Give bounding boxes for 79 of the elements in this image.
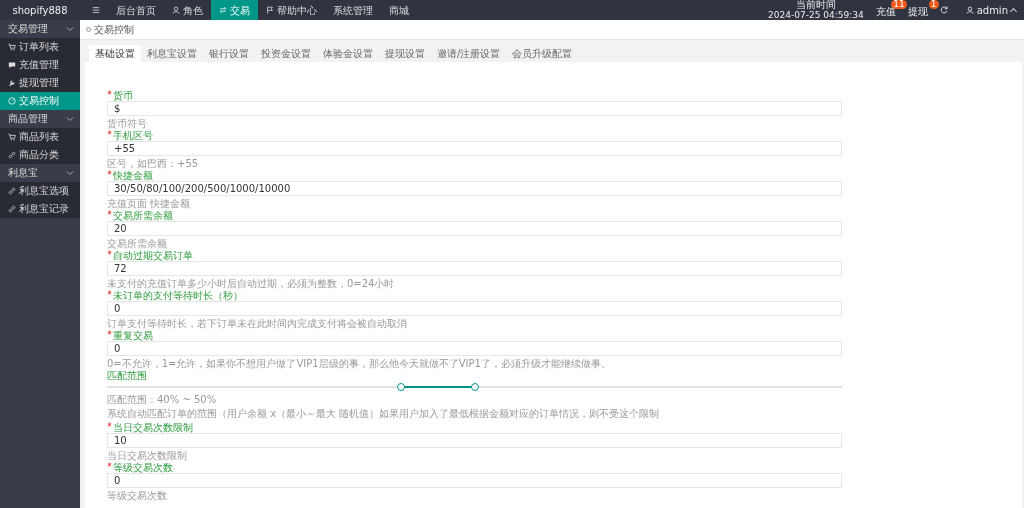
nav-tab[interactable]: 系统管理 bbox=[325, 0, 381, 20]
field-label: 当日交易次数限制 bbox=[113, 422, 193, 433]
menu-icon bbox=[92, 6, 100, 14]
slider-handle[interactable] bbox=[397, 383, 405, 391]
input-field[interactable]: 0 bbox=[107, 301, 842, 316]
chevron-icon bbox=[66, 170, 74, 176]
input-field[interactable]: +55 bbox=[107, 141, 842, 156]
clock-time: 2024-07-25 04:59:34 bbox=[768, 10, 864, 20]
input-field[interactable]: 72 bbox=[107, 261, 842, 276]
clock-label: 当前时间 bbox=[795, 0, 836, 10]
field-label: 货币 bbox=[113, 90, 133, 101]
tab[interactable]: 投资金设置 bbox=[255, 45, 317, 62]
link-icon bbox=[8, 151, 16, 159]
nav-tab[interactable]: 交易 bbox=[211, 0, 258, 20]
sidebar-item[interactable]: 利息宝记录 bbox=[0, 200, 80, 218]
nav-tab[interactable]: 角色 bbox=[164, 0, 211, 20]
nav-tab[interactable]: 后台首页 bbox=[108, 0, 164, 20]
help-text: 当日交易次数限制 bbox=[107, 450, 188, 461]
cart-icon bbox=[8, 43, 16, 51]
slider-reading: 匹配范围：40% ~ 50% bbox=[107, 394, 218, 405]
tab[interactable]: 基础设置 bbox=[89, 45, 141, 62]
help-text: 系统自动匹配订单的范围（用户余额 x（最小～最大 随机值）如果用户加入了最低根据金额对应的订单情况，则不受这个限制 bbox=[107, 408, 661, 419]
speech-bubble-icon bbox=[8, 61, 16, 69]
field-label: 匹配范围 bbox=[107, 370, 147, 381]
tab[interactable]: 邀请/注册设置 bbox=[431, 45, 507, 62]
help-text: 等级交易次数 bbox=[107, 490, 168, 501]
breadcrumb[interactable]: 交易控制 bbox=[94, 22, 134, 37]
nav-link[interactable]: 充值 bbox=[875, 6, 896, 17]
input-field[interactable]: 30/50/80/100/200/500/1000/10000 bbox=[107, 181, 842, 196]
sidebar-item[interactable]: 交易控制 bbox=[0, 92, 80, 110]
person-icon bbox=[172, 6, 180, 14]
field-label: 重复交易 bbox=[113, 330, 153, 341]
tab[interactable]: 会员升级配置 bbox=[506, 45, 579, 62]
sidebar-item[interactable]: 商品列表 bbox=[0, 128, 80, 146]
link-icon bbox=[8, 205, 16, 213]
input-field[interactable]: 20 bbox=[107, 221, 842, 236]
field-label: 交易所需余额 bbox=[113, 210, 173, 221]
input-field[interactable]: $ bbox=[107, 101, 842, 116]
sidebar-item[interactable]: 订单列表 bbox=[0, 38, 80, 56]
slider-handle[interactable] bbox=[470, 383, 479, 391]
flag-icon bbox=[266, 6, 274, 14]
chevron-icon bbox=[66, 26, 74, 32]
help-text: 0=不允许，1=允许，如果你不想用户做了VIP1层级的事，那么他今天就做不了VIP1了，必须升级才能继续做事。 bbox=[107, 358, 612, 369]
help-text: 区号，如巴西：+55 bbox=[107, 158, 200, 169]
field-label: 自动过期交易订单 bbox=[113, 250, 193, 261]
help-text: 未支付的充值订单多少小时后自动过期，必须为整数，0=24小时 bbox=[107, 278, 396, 289]
help-text: 订单支付等待时长，若下订单未在此时间内完成支付将会被自动取消 bbox=[107, 318, 408, 329]
tab[interactable]: 利息宝设置 bbox=[141, 45, 203, 62]
tab[interactable]: 体验金设置 bbox=[317, 45, 379, 62]
help-text: 交易所需余额 bbox=[107, 238, 168, 249]
nav-tab[interactable]: 帮助中心 bbox=[258, 0, 325, 20]
sidebar-item[interactable]: 提现管理 bbox=[0, 74, 80, 92]
input-field[interactable]: 0 bbox=[107, 341, 842, 356]
field-label: 等级交易次数 bbox=[113, 462, 173, 473]
nav-tab[interactable]: 商城 bbox=[381, 0, 417, 20]
chevron-icon bbox=[66, 116, 74, 122]
sidebar-item[interactable]: 充值管理 bbox=[0, 56, 80, 74]
sidebar-item[interactable]: 利息宝选项 bbox=[0, 182, 80, 200]
count-badge: 1 bbox=[928, 0, 939, 9]
refresh-icon bbox=[939, 6, 948, 14]
field-label: 快捷金额 bbox=[113, 170, 153, 181]
logo-text: shopify888 bbox=[12, 4, 68, 16]
field-label: 未订单的支付等待时长（秒） bbox=[113, 290, 243, 301]
tab[interactable]: 银行设置 bbox=[203, 45, 255, 62]
wrench-icon bbox=[8, 79, 16, 87]
cart-icon bbox=[8, 133, 16, 141]
sidebar-item[interactable]: 商品分类 bbox=[0, 146, 80, 164]
link-icon bbox=[8, 187, 16, 195]
tab[interactable]: 提现设置 bbox=[379, 45, 431, 62]
input-field[interactable]: 10 bbox=[107, 433, 842, 448]
nav-link[interactable]: 提现 bbox=[907, 6, 928, 17]
person-icon bbox=[965, 6, 974, 14]
exchange-icon bbox=[219, 6, 227, 14]
field-label: 手机区号 bbox=[113, 130, 153, 141]
user-menu[interactable]: admin bbox=[965, 4, 1016, 16]
gauge-icon bbox=[8, 97, 16, 105]
help-text: 货币符号 bbox=[107, 118, 148, 129]
help-text: 充值页面 快捷金额 bbox=[107, 198, 192, 209]
input-field[interactable]: 0 bbox=[107, 473, 842, 488]
